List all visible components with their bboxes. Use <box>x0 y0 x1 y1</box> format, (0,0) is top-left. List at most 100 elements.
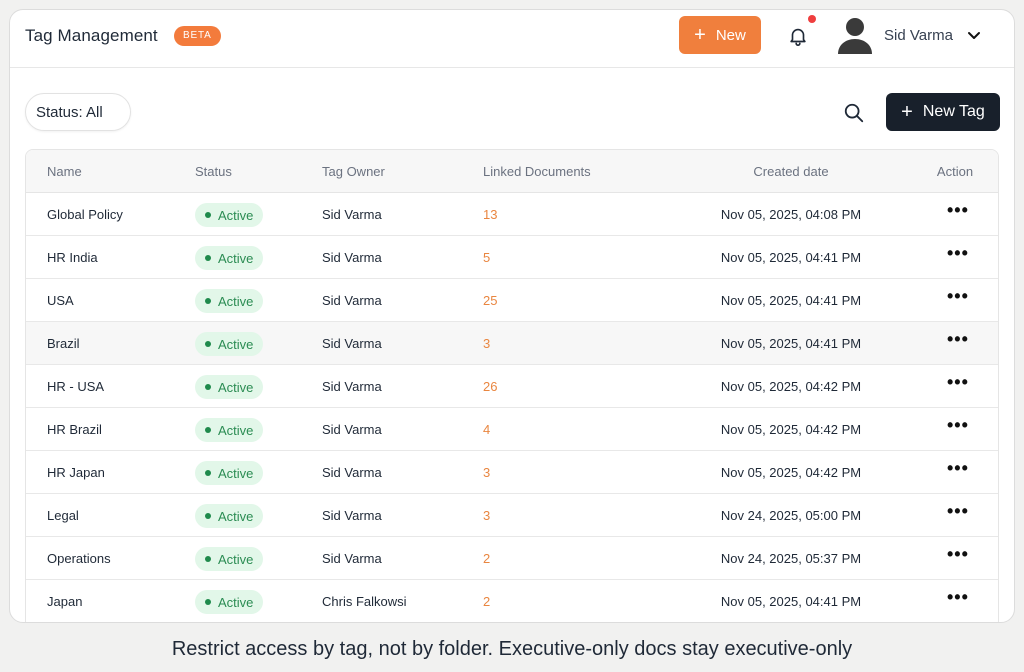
status-badge: Active <box>195 504 263 528</box>
page-title: Tag Management <box>25 26 158 45</box>
linked-documents-count[interactable]: 2 <box>483 551 490 566</box>
more-horizontal-icon[interactable]: ••• <box>947 330 969 348</box>
more-horizontal-icon[interactable]: ••• <box>947 545 969 563</box>
new-button-label: New <box>715 26 746 44</box>
tag-name[interactable]: Legal <box>47 508 79 523</box>
table-row[interactable]: Japan Active Chris Falkowsi 2 Nov 05, 20… <box>26 580 998 622</box>
tag-name[interactable]: Brazil <box>47 336 80 351</box>
beta-badge: BETA <box>174 26 221 46</box>
new-tag-button[interactable]: + New Tag <box>886 93 1000 131</box>
plus-icon: + <box>694 24 706 46</box>
tag-name[interactable]: HR Brazil <box>47 422 102 437</box>
linked-documents-count[interactable]: 4 <box>483 422 490 437</box>
linked-documents-count[interactable]: 3 <box>483 336 490 351</box>
table-row[interactable]: USA Active Sid Varma 25 Nov 05, 2025, 04… <box>26 279 998 322</box>
column-header-name[interactable]: Name <box>47 164 82 179</box>
created-date: Nov 24, 2025, 05:37 PM <box>720 551 862 566</box>
status-dot <box>205 384 211 390</box>
tags-table: Name Status Tag Owner Linked Documents C… <box>25 149 999 622</box>
table-row[interactable]: Operations Active Sid Varma 2 Nov 24, 20… <box>26 537 998 580</box>
created-date: Nov 24, 2025, 05:00 PM <box>720 508 862 523</box>
created-date: Nov 05, 2025, 04:42 PM <box>720 465 862 480</box>
column-header-status[interactable]: Status <box>195 164 232 179</box>
created-date: Nov 05, 2025, 04:41 PM <box>720 293 862 308</box>
table-row[interactable]: HR Brazil Active Sid Varma 4 Nov 05, 202… <box>26 408 998 451</box>
status-label: Active <box>218 465 254 481</box>
column-header-created-date[interactable]: Created date <box>686 164 896 179</box>
linked-documents-count[interactable]: 2 <box>483 594 490 609</box>
status-dot <box>205 556 211 562</box>
linked-documents-count[interactable]: 3 <box>483 465 490 480</box>
table-row[interactable]: Brazil Active Sid Varma 3 Nov 05, 2025, … <box>26 322 998 365</box>
marketing-caption: Restrict access by tag, not by folder. E… <box>171 638 853 660</box>
created-date: Nov 05, 2025, 04:08 PM <box>720 207 862 222</box>
created-date: Nov 05, 2025, 04:41 PM <box>720 594 862 609</box>
status-dot <box>205 513 211 519</box>
linked-documents-count[interactable]: 26 <box>483 379 497 394</box>
status-badge: Active <box>195 203 263 227</box>
status-filter-dropdown[interactable]: Status: All <box>25 93 131 131</box>
column-header-action: Action <box>936 164 974 179</box>
status-dot <box>205 470 211 476</box>
user-avatar-icon[interactable] <box>836 15 874 55</box>
status-badge: Active <box>195 590 263 614</box>
more-horizontal-icon[interactable]: ••• <box>947 459 969 477</box>
status-dot <box>205 255 211 261</box>
created-date: Nov 05, 2025, 04:42 PM <box>720 422 862 437</box>
more-horizontal-icon[interactable]: ••• <box>947 201 969 219</box>
top-bar: Tag Management BETA + New Sid Varma <box>10 10 1014 68</box>
status-badge: Active <box>195 461 263 485</box>
tag-owner: Sid Varma <box>322 207 382 222</box>
notification-dot <box>808 15 816 23</box>
tag-owner: Sid Varma <box>322 508 382 523</box>
plus-icon: + <box>901 101 913 123</box>
tag-name[interactable]: HR Japan <box>47 465 105 480</box>
tag-name[interactable]: USA <box>47 293 74 308</box>
more-horizontal-icon[interactable]: ••• <box>947 244 969 262</box>
search-icon[interactable] <box>843 102 865 124</box>
table-row[interactable]: HR - USA Active Sid Varma 26 Nov 05, 202… <box>26 365 998 408</box>
status-label: Active <box>218 250 254 266</box>
status-label: Active <box>218 336 254 352</box>
tag-name[interactable]: HR India <box>47 250 98 265</box>
status-badge: Active <box>195 418 263 442</box>
app-window: Tag Management BETA + New Sid Varma Stat… <box>9 9 1015 623</box>
linked-documents-count[interactable]: 5 <box>483 250 490 265</box>
status-label: Active <box>218 379 254 395</box>
tag-name[interactable]: Japan <box>47 594 82 609</box>
more-horizontal-icon[interactable]: ••• <box>947 502 969 520</box>
new-button[interactable]: + New <box>679 16 761 54</box>
more-horizontal-icon[interactable]: ••• <box>947 416 969 434</box>
more-horizontal-icon[interactable]: ••• <box>947 287 969 305</box>
tag-owner: Sid Varma <box>322 465 382 480</box>
table-header: Name Status Tag Owner Linked Documents C… <box>26 150 998 193</box>
status-dot <box>205 341 211 347</box>
tag-owner: Sid Varma <box>322 336 382 351</box>
bell-icon[interactable] <box>787 25 809 47</box>
new-tag-button-label: New Tag <box>922 103 985 120</box>
linked-documents-count[interactable]: 13 <box>483 207 497 222</box>
tag-name[interactable]: Operations <box>47 551 111 566</box>
tag-owner: Sid Varma <box>322 379 382 394</box>
linked-documents-count[interactable]: 25 <box>483 293 497 308</box>
status-dot <box>205 599 211 605</box>
user-name[interactable]: Sid Varma <box>884 27 953 44</box>
column-header-owner[interactable]: Tag Owner <box>322 164 385 179</box>
status-dot <box>205 427 211 433</box>
table-row[interactable]: Legal Active Sid Varma 3 Nov 24, 2025, 0… <box>26 494 998 537</box>
status-label: Active <box>218 207 254 223</box>
status-label: Active <box>218 422 254 438</box>
status-label: Active <box>218 293 254 309</box>
linked-documents-count[interactable]: 3 <box>483 508 490 523</box>
tag-name[interactable]: Global Policy <box>47 207 123 222</box>
table-row[interactable]: HR India Active Sid Varma 5 Nov 05, 2025… <box>26 236 998 279</box>
more-horizontal-icon[interactable]: ••• <box>947 373 969 391</box>
more-horizontal-icon[interactable]: ••• <box>947 588 969 606</box>
status-badge: Active <box>195 289 263 313</box>
column-header-linked-documents[interactable]: Linked Documents <box>483 164 591 179</box>
chevron-down-icon[interactable] <box>966 27 982 43</box>
status-dot <box>205 212 211 218</box>
table-row[interactable]: Global Policy Active Sid Varma 13 Nov 05… <box>26 193 998 236</box>
table-row[interactable]: HR Japan Active Sid Varma 3 Nov 05, 2025… <box>26 451 998 494</box>
tag-name[interactable]: HR - USA <box>47 379 104 394</box>
